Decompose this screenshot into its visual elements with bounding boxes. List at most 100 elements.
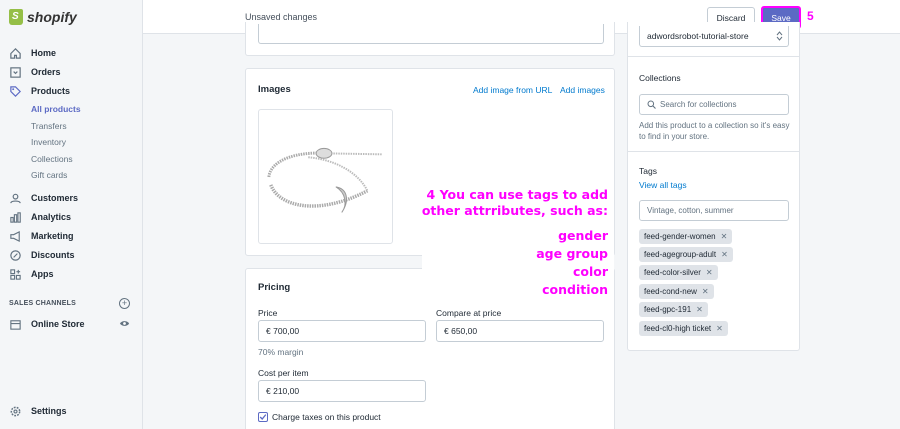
tag-chip: feed-gender-women ✕	[639, 229, 733, 244]
bracelet-image	[267, 147, 383, 213]
remove-tag-icon[interactable]: ✕	[721, 250, 728, 259]
product-image[interactable]	[258, 109, 393, 244]
nav-products-label: Products	[31, 86, 71, 96]
search-icon	[647, 100, 656, 109]
annotation-line-2: other attrributes, such as:	[421, 203, 608, 218]
description-field[interactable]	[258, 24, 604, 44]
images-title: Images	[258, 84, 291, 95]
nav-home[interactable]: Home	[9, 45, 56, 61]
nav-orders[interactable]: Orders	[9, 64, 61, 80]
description-card	[245, 22, 615, 56]
tag-chip: feed-cond-new ✕	[639, 284, 714, 299]
remove-tag-icon[interactable]: ✕	[696, 305, 703, 314]
nav-customers[interactable]: Customers	[9, 190, 78, 206]
tags-title: Tags	[639, 166, 657, 176]
add-images-link[interactable]: Add images	[560, 85, 605, 95]
search-collections-input[interactable]: Search for collections	[639, 94, 789, 115]
nav-marketing[interactable]: Marketing	[9, 228, 74, 244]
brand-name: shopify	[27, 9, 77, 25]
compare-at-price-input[interactable]: € 650,00	[436, 320, 604, 342]
collections-help-text: Add this product to a collection so it's…	[639, 121, 790, 141]
remove-tag-icon[interactable]: ✕	[716, 324, 723, 333]
nav-settings-label: Settings	[31, 406, 67, 416]
annotation-item-age-group: age group	[536, 246, 608, 261]
nav-marketing-label: Marketing	[31, 231, 74, 241]
charge-taxes-checkbox[interactable]	[258, 412, 268, 422]
shopify-bag-icon	[9, 9, 23, 25]
nav-products[interactable]: Products	[9, 83, 70, 99]
tag-chip: feed-color-silver ✕	[639, 265, 718, 280]
annotation-item-condition: condition	[542, 282, 608, 297]
sidebar: shopify Home Orders Products All product…	[0, 0, 143, 429]
tags-input[interactable]: Vintage, cotton, summer	[639, 200, 789, 221]
shopify-logo[interactable]: shopify	[0, 0, 142, 34]
collections-card: Collections Search for collections Add t…	[627, 56, 800, 152]
nav-discounts-label: Discounts	[31, 250, 75, 260]
sales-channel-card: adwordsrobot-tutorial-store	[627, 22, 800, 57]
unsaved-changes-text: Unsaved changes	[245, 12, 318, 22]
nav-all-products[interactable]: All products	[31, 102, 81, 116]
cost-per-item-input[interactable]: € 210,00	[258, 380, 426, 402]
store-select[interactable]: adwordsrobot-tutorial-store	[639, 26, 789, 47]
nav-apps-label: Apps	[31, 269, 54, 279]
annotation-item-color: color	[572, 264, 608, 279]
pricing-title: Pricing	[258, 282, 291, 293]
collections-title: Collections	[639, 73, 681, 83]
search-collections-placeholder: Search for collections	[660, 100, 737, 109]
cost-per-item-label: Cost per item	[258, 368, 309, 378]
nav-home-label: Home	[31, 48, 57, 58]
tags-input-placeholder: Vintage, cotton, summer	[647, 206, 734, 215]
sales-channels-heading: SALES CHANNELS	[9, 300, 76, 307]
tag-chip: feed-cl0-high ticket ✕	[639, 321, 728, 336]
nav-gift-cards[interactable]: Gift cards	[31, 168, 67, 182]
apps-icon	[9, 268, 22, 281]
tag-label: feed-cond-new	[644, 287, 697, 296]
price-label: Price	[258, 308, 278, 318]
orders-icon	[9, 66, 22, 79]
customers-icon	[9, 192, 22, 205]
price-input[interactable]: € 700,00	[258, 320, 426, 342]
nav-discounts[interactable]: Discounts	[9, 247, 75, 263]
nav-apps[interactable]: Apps	[9, 266, 54, 282]
checkmark-icon	[259, 414, 267, 420]
remove-tag-icon[interactable]: ✕	[702, 287, 709, 296]
nav-customers-label: Customers	[31, 193, 79, 203]
nav-online-store-label: Online Store	[31, 319, 85, 329]
annotation-item-gender: gender	[558, 228, 608, 243]
home-icon	[9, 47, 22, 60]
megaphone-icon	[9, 230, 22, 243]
add-channel-icon[interactable]: +	[119, 298, 130, 309]
nav-collections[interactable]: Collections	[31, 152, 73, 166]
step-number-annotation: 5	[807, 9, 814, 23]
charge-taxes-label: Charge taxes on this product	[272, 412, 381, 422]
nav-settings[interactable]: Settings	[9, 403, 67, 419]
annotation-line-1: 4 You can use tags to add	[426, 187, 608, 202]
tag-label: feed-cl0-high ticket	[644, 324, 712, 333]
remove-tag-icon[interactable]: ✕	[706, 268, 713, 277]
tag-label: feed-gender-women	[644, 232, 716, 241]
tag-chip: feed-gpc-191 ✕	[639, 302, 708, 317]
nav-analytics[interactable]: Analytics	[9, 209, 71, 225]
nav-analytics-label: Analytics	[31, 212, 72, 222]
nav-online-store[interactable]: Online Store	[9, 316, 85, 332]
compare-at-price-label: Compare at price	[436, 308, 502, 318]
tag-icon	[9, 85, 22, 98]
tag-label: feed-color-silver	[644, 268, 701, 277]
gear-icon	[9, 405, 22, 418]
tag-chip: feed-agegroup-adult ✕	[639, 247, 733, 262]
nav-transfers[interactable]: Transfers	[31, 119, 67, 133]
remove-tag-icon[interactable]: ✕	[721, 232, 728, 241]
analytics-icon	[9, 211, 22, 224]
nav-orders-label: Orders	[31, 67, 61, 77]
store-icon	[9, 318, 22, 331]
nav-inventory[interactable]: Inventory	[31, 135, 66, 149]
eye-icon[interactable]	[119, 319, 130, 328]
tag-label: feed-gpc-191	[644, 305, 692, 314]
select-arrows-icon	[776, 31, 783, 41]
add-image-from-url-link[interactable]: Add image from URL	[473, 85, 552, 95]
discount-icon	[9, 249, 22, 262]
tag-label: feed-agegroup-adult	[644, 250, 717, 259]
view-all-tags-link[interactable]: View all tags	[639, 180, 687, 190]
margin-text: 70% margin	[258, 347, 304, 357]
tags-annotation: 4 You can use tags to add other attrribu…	[422, 185, 614, 299]
